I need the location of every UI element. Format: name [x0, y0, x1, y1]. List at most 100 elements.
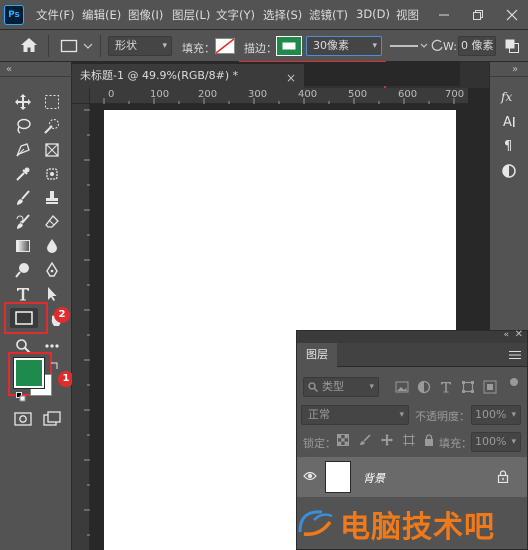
toolbar-collapse[interactable]: « [6, 64, 12, 75]
layer-row-background[interactable]: 背景 [297, 457, 527, 497]
stroke-color-swatch[interactable] [276, 36, 302, 56]
libraries-panel-button[interactable]: fx [498, 86, 520, 108]
quick-mask-button[interactable] [12, 408, 34, 430]
history-brush-tool[interactable] [12, 211, 34, 233]
marquee-tool[interactable] [41, 91, 63, 113]
stroke-type-picker[interactable] [390, 38, 428, 54]
layer-name[interactable]: 背景 [363, 470, 385, 486]
filter-smart-objects[interactable] [483, 380, 497, 394]
lock-transparent-pixels[interactable] [337, 434, 349, 446]
no-fill-icon [215, 38, 235, 54]
adjustment-icon [417, 380, 431, 394]
marquee-icon [45, 95, 59, 109]
rectangle-icon [15, 311, 33, 325]
menu-layer[interactable]: 图层(L) [172, 7, 210, 23]
stroke-width-input[interactable]: 30像素 ▾ [306, 36, 382, 56]
filter-type-layers[interactable] [439, 380, 453, 394]
close-tab-icon[interactable]: × [286, 68, 296, 88]
rectangle-preset-icon [60, 39, 93, 53]
blur-tool[interactable] [41, 235, 63, 257]
menu-file[interactable]: 文件(F) [36, 7, 75, 23]
document-tab[interactable]: 未标题-1 @ 49.9%(RGB/8#) * × [72, 64, 304, 88]
close-icon [506, 9, 518, 21]
filter-adjustment-layers[interactable] [417, 380, 431, 394]
menu-view[interactable]: 视图 [396, 7, 419, 23]
width-value: 0 像素 [461, 39, 494, 52]
filter-toggle[interactable] [509, 377, 519, 387]
foreground-color-swatch[interactable] [13, 357, 45, 389]
lock-all[interactable] [423, 434, 435, 446]
lock-artboard[interactable] [403, 434, 415, 446]
gradient-tool[interactable] [12, 235, 34, 257]
dodge-tool[interactable] [12, 259, 34, 281]
horizontal-ruler[interactable]: 0 100 200 300 400 500 600 700 [90, 88, 468, 104]
opacity-input[interactable]: 100% ▾ [471, 405, 521, 425]
crop-frame-tool[interactable] [41, 139, 63, 161]
stroke-refresh-toggle[interactable] [430, 39, 444, 53]
fill-value: 100% [475, 435, 507, 448]
default-colors-button[interactable] [16, 392, 26, 402]
move-tool[interactable] [12, 91, 34, 113]
layers-panel-titlebar[interactable]: « ✕ [297, 329, 527, 343]
rectangle-tool[interactable] [10, 308, 38, 328]
menu-filter[interactable]: 滤镜(T) [309, 7, 348, 23]
chevron-down-icon: ▾ [511, 437, 516, 447]
minimize-icon [439, 14, 449, 16]
lock-icon [425, 434, 433, 446]
checker-icon [337, 434, 349, 446]
history-brush-icon [16, 214, 30, 229]
lock-position[interactable] [381, 434, 393, 446]
close-icon[interactable]: ✕ [515, 329, 523, 340]
screen-mode-button[interactable] [41, 408, 63, 430]
move-icon [381, 434, 393, 446]
filter-pixel-layers[interactable] [395, 380, 409, 394]
clone-stamp-tool[interactable] [41, 187, 63, 209]
filter-shape-layers[interactable] [461, 380, 475, 394]
menu-edit[interactable]: 编辑(E) [82, 7, 121, 23]
menu-select[interactable]: 选择(S) [263, 7, 302, 23]
vertical-ruler[interactable] [72, 104, 90, 550]
paragraph-icon: ¶ [504, 139, 512, 153]
blend-mode-dropdown[interactable]: 正常 ▾ [301, 405, 409, 425]
pen-tool[interactable] [41, 259, 63, 281]
badge-2: 2 [54, 307, 70, 323]
home-icon [21, 38, 37, 52]
layers-tab[interactable]: 图层 [297, 343, 337, 367]
menu-3d[interactable]: 3D(D) [356, 7, 390, 21]
fill-input[interactable]: 100% ▾ [471, 432, 521, 452]
ruler-origin[interactable] [72, 88, 90, 104]
path-ops-button[interactable] [505, 39, 519, 53]
opacity-label: 不透明度： [415, 410, 470, 423]
paragraph-panel-button[interactable]: ¶ [498, 134, 520, 156]
width-label: W: [443, 40, 457, 53]
layer-kind-filter[interactable]: 类型 ▾ [303, 377, 379, 397]
quick-selection-tool[interactable] [41, 115, 63, 137]
layer-visibility-toggle[interactable] [303, 470, 317, 482]
home-button[interactable] [20, 37, 38, 53]
menu-type[interactable]: 文字(Y) [216, 7, 255, 23]
frame-tool[interactable] [12, 139, 34, 161]
lasso-tool[interactable] [12, 115, 34, 137]
width-input[interactable]: 0 像素 [458, 36, 496, 56]
tool-mode-dropdown[interactable]: 形状 ▾ [108, 36, 172, 56]
character-icon: A [503, 115, 515, 129]
layers-collapse[interactable]: « [503, 330, 509, 340]
swap-colors-button[interactable] [50, 360, 60, 370]
quick-selection-icon [44, 119, 59, 134]
options-bar: 形状 ▾ 填充： 描边： 30像素 ▾ W: 0 像素 3 [0, 30, 528, 92]
panel-dock-expand[interactable]: » [512, 64, 518, 75]
eyedropper-tool[interactable] [12, 163, 34, 185]
brush-tool[interactable] [12, 187, 34, 209]
dodge-icon [15, 263, 29, 278]
lock-image-pixels[interactable] [359, 434, 371, 446]
gradient-icon [16, 240, 30, 252]
close-window-button[interactable] [492, 0, 528, 30]
character-panel-button[interactable]: A [498, 110, 520, 132]
eraser-tool[interactable] [41, 211, 63, 233]
adjustments-panel-button[interactable] [498, 160, 520, 182]
fill-swatch[interactable] [215, 38, 235, 54]
panel-menu-button[interactable] [509, 350, 521, 360]
tool-preset-picker[interactable] [60, 38, 94, 54]
menu-image[interactable]: 图像(I) [128, 7, 163, 23]
spot-healing-tool[interactable] [41, 163, 63, 185]
